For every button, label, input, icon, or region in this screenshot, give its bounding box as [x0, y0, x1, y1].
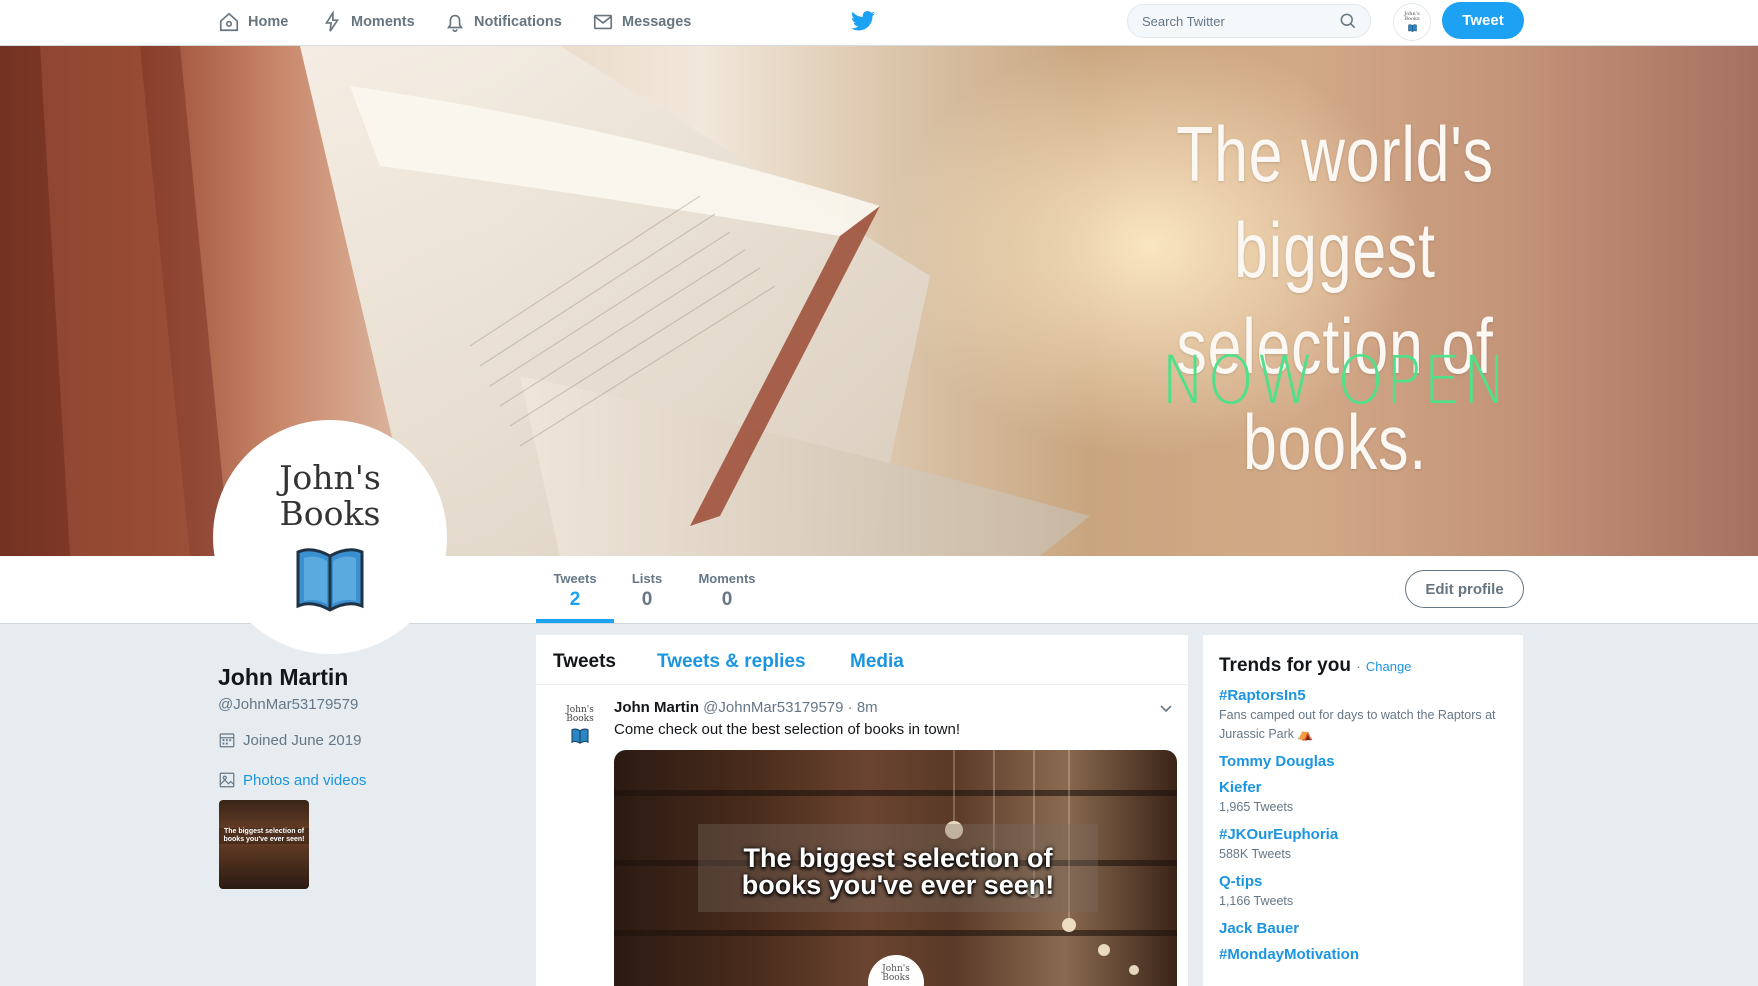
chevron-down-icon[interactable]	[1158, 700, 1174, 716]
stat-tweets-label: Tweets	[553, 571, 597, 586]
lightning-icon	[324, 11, 340, 32]
tweet-header: John Martin @JohnMar53179579 · 8m	[614, 699, 878, 716]
tab-tweets[interactable]: Tweets	[553, 651, 616, 673]
nav-home-label: Home	[248, 14, 289, 30]
search-box[interactable]	[1127, 4, 1371, 38]
banner-subline: NOW OPEN	[1161, 342, 1509, 419]
book-icon	[1407, 24, 1417, 32]
media-thumbnail[interactable]: The biggest selection of books you've ev…	[219, 800, 309, 889]
trend-item[interactable]: #JKOurEuphoria 588K Tweets	[1219, 826, 1523, 864]
top-navigation-bar: Home Moments Notifications Messages John…	[0, 0, 1758, 46]
tweet-button[interactable]: Tweet	[1442, 2, 1524, 39]
book-icon	[296, 548, 364, 612]
trend-name[interactable]: #JKOurEuphoria	[1219, 826, 1523, 843]
profile-avatar[interactable]: John's Books	[213, 420, 447, 654]
nav-messages-label: Messages	[622, 14, 692, 30]
profile-handle: @JohnMar53179579	[218, 696, 359, 713]
nav-home[interactable]: Home	[218, 0, 288, 44]
trend-name[interactable]: Jack Bauer	[1219, 920, 1523, 937]
twitter-bird-icon[interactable]	[851, 10, 875, 32]
joined-date-text: Joined June 2019	[243, 731, 362, 749]
trend-description: 588K Tweets	[1219, 847, 1292, 861]
tab-media[interactable]: Media	[850, 651, 904, 673]
avatar-text-line2: Books	[1404, 16, 1420, 22]
trend-name[interactable]: #MondayMotivation	[1219, 946, 1523, 963]
joined-date: Joined June 2019	[218, 731, 361, 749]
nav-messages[interactable]: Messages	[592, 0, 691, 44]
profile-logo-text: John's Books	[279, 460, 381, 532]
nav-moments-label: Moments	[351, 14, 415, 30]
stat-tweets-value: 2	[569, 589, 581, 610]
photos-and-videos-link[interactable]: Photos and videos	[218, 771, 366, 789]
tweet-meta: @JohnMar53179579 · 8m	[703, 699, 878, 716]
trend-description: Fans camped out for days to watch the Ra…	[1219, 708, 1496, 741]
trend-description: 1,965 Tweets	[1219, 800, 1294, 814]
search-icon[interactable]	[1338, 11, 1358, 31]
profile-logo-line2: Books	[279, 494, 381, 533]
timeline-panel: Tweets Tweets & replies Media John's Boo…	[536, 635, 1188, 986]
book-icon	[571, 728, 589, 744]
trends-panel: Trends for you · Change #RaptorsIn5 Fans…	[1203, 635, 1523, 986]
timeline-tabs: Tweets Tweets & replies Media	[536, 635, 1188, 685]
stat-lists-value: 0	[641, 589, 653, 610]
trend-name[interactable]: #RaptorsIn5	[1219, 687, 1523, 704]
trends-separator: ·	[1356, 659, 1361, 674]
stat-moments-value: 0	[721, 589, 733, 610]
trend-item[interactable]: #MondayMotivation	[1219, 946, 1523, 963]
calendar-icon	[219, 733, 235, 748]
tweet-author-name[interactable]: John Martin	[614, 699, 699, 716]
tweet-card[interactable]: John's Books John Martin @JohnMar5317957…	[536, 686, 1188, 986]
banner-headline: The world's biggest selection of books.	[1082, 106, 1589, 490]
trend-item[interactable]: Q-tips 1,166 Tweets	[1219, 873, 1523, 911]
profile-logo-line1: John's	[279, 458, 381, 497]
trend-name[interactable]: Q-tips	[1219, 873, 1523, 890]
tab-tweets-and-replies[interactable]: Tweets & replies	[657, 651, 806, 673]
tweet-author-avatar[interactable]: John's Books	[556, 704, 604, 752]
trend-item[interactable]: Jack Bauer	[1219, 920, 1523, 937]
media-caption: The biggest selection of books you've ev…	[698, 845, 1098, 899]
media-caption-line2: books you've ever seen!	[741, 870, 1055, 900]
envelope-icon	[593, 14, 613, 30]
trends-change-link[interactable]: Change	[1366, 659, 1412, 674]
media-caption-line1: The biggest selection of	[743, 843, 1053, 873]
account-avatar[interactable]: John's Books	[1393, 3, 1431, 41]
photos-and-videos-label: Photos and videos	[243, 771, 367, 789]
trends-title: Trends for you	[1219, 655, 1351, 676]
stat-lists-label: Lists	[631, 571, 663, 586]
edit-profile-button[interactable]: Edit profile	[1405, 570, 1524, 608]
tweet-media-image[interactable]: The biggest selection of books you've ev…	[614, 750, 1177, 986]
search-input[interactable]	[1142, 13, 1338, 29]
trend-description: 1,166 Tweets	[1219, 894, 1294, 908]
image-icon	[219, 772, 235, 788]
stat-tweets[interactable]: Tweets 2	[536, 556, 614, 623]
home-icon	[219, 12, 239, 32]
trends-header: Trends for you · Change	[1219, 655, 1523, 677]
thumbnail-caption: The biggest selection of books you've ev…	[219, 828, 309, 844]
trend-item[interactable]: Tommy Douglas	[1219, 753, 1523, 770]
banner-headline-line1: The world's biggest	[1176, 110, 1494, 294]
nav-moments[interactable]: Moments	[321, 0, 415, 44]
nav-notifications[interactable]: Notifications	[444, 0, 562, 44]
nav-notifications-label: Notifications	[474, 14, 562, 30]
tweet-avatar-line2: Books	[566, 714, 594, 724]
trend-item[interactable]: #RaptorsIn5 Fans camped out for days to …	[1219, 687, 1523, 744]
trend-name[interactable]: Kiefer	[1219, 779, 1523, 796]
media-logo-line2: Books	[882, 973, 910, 983]
stat-moments[interactable]: Moments 0	[690, 556, 764, 623]
bell-icon	[447, 14, 463, 32]
tweet-text: Come check out the best selection of boo…	[614, 721, 961, 738]
profile-name[interactable]: John Martin	[218, 664, 348, 691]
stat-lists[interactable]: Lists 0	[624, 556, 670, 623]
stat-moments-label: Moments	[698, 571, 756, 586]
trend-name[interactable]: Tommy Douglas	[1219, 753, 1523, 770]
trend-item[interactable]: Kiefer 1,965 Tweets	[1219, 779, 1523, 817]
